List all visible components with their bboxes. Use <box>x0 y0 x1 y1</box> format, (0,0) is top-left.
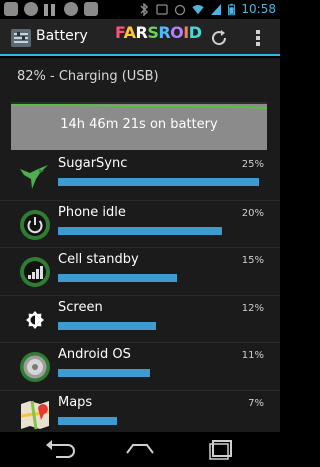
app-name: Maps <box>58 394 93 410</box>
home-icon[interactable] <box>123 437 157 461</box>
notification-icon <box>24 2 38 16</box>
pause-icon <box>44 2 58 16</box>
usage-bar-fill <box>58 178 259 186</box>
usage-bar-fill <box>58 321 157 330</box>
app-name: Android OS <box>58 347 131 362</box>
android-os-icon <box>20 352 50 382</box>
signal-icon <box>211 4 222 15</box>
navigation-bar <box>0 432 280 467</box>
list-item[interactable]: SugarSync 25% <box>0 152 280 200</box>
usage-bar <box>58 369 263 377</box>
back-icon[interactable] <box>42 437 76 461</box>
action-bar: Battery FARSROID <box>0 19 280 56</box>
time-on-battery: 14h 46m 21s on battery <box>60 117 218 132</box>
list-item[interactable]: Cell standby 15% <box>0 247 280 295</box>
mute-icon <box>156 4 169 15</box>
usage-percent: 15% <box>241 255 264 266</box>
maps-icon <box>20 400 50 429</box>
usage-bar <box>58 274 263 282</box>
app-name: Cell standby <box>58 252 139 267</box>
charge-status: 82% - Charging (USB) <box>17 69 159 84</box>
battery-usage-screen: 82% - Charging (USB) 14h 46m 21s on batt… <box>0 58 280 432</box>
brightness-icon <box>26 310 44 329</box>
usage-bar-fill <box>58 369 151 377</box>
power-icon <box>20 209 50 240</box>
usage-bar <box>58 416 263 425</box>
signal-icon <box>20 257 50 287</box>
usage-percent: 7% <box>248 397 264 409</box>
list-item[interactable]: Android OS 11% <box>0 342 280 390</box>
alarm-icon <box>175 4 186 16</box>
settings-app-icon[interactable] <box>10 27 32 49</box>
usage-percent: 25% <box>241 159 264 170</box>
clock: 10:58 <box>241 2 276 16</box>
overflow-menu-icon[interactable] <box>253 27 263 49</box>
watermark-logo: FARSROID <box>115 23 202 42</box>
usage-bar-fill <box>58 274 177 282</box>
battery-history-graph[interactable]: 14h 46m 21s on battery <box>11 102 267 150</box>
bluetooth-icon <box>140 3 149 16</box>
wifi-icon <box>192 4 204 15</box>
usage-bar <box>58 226 263 235</box>
notification-icon <box>84 2 98 16</box>
page-title: Battery <box>36 28 88 44</box>
usage-percent: 11% <box>241 350 264 361</box>
app-name: Screen <box>58 299 103 315</box>
list-item[interactable]: Screen 12% <box>0 294 280 343</box>
usage-bar <box>58 321 263 330</box>
usage-bar-fill <box>58 226 222 235</box>
app-name: SugarSync <box>58 156 128 171</box>
usage-percent: 20% <box>241 207 264 219</box>
notification-icon <box>64 2 78 16</box>
app-name: Phone idle <box>58 204 126 220</box>
list-item[interactable]: Phone idle 20% <box>0 199 280 248</box>
usage-list: SugarSync 25% Phone idle 20% Cell standb… <box>0 152 280 437</box>
hummingbird-icon <box>20 165 48 189</box>
status-bar: 10:58 <box>0 0 280 19</box>
recent-apps-icon[interactable] <box>205 437 239 461</box>
usage-bar-fill <box>58 416 118 425</box>
battery-icon <box>228 3 236 16</box>
usage-bar <box>58 178 263 186</box>
usage-percent: 12% <box>241 302 264 314</box>
refresh-icon[interactable] <box>208 27 230 49</box>
list-item[interactable]: Maps 7% <box>0 389 280 438</box>
notification-icon <box>4 2 18 16</box>
